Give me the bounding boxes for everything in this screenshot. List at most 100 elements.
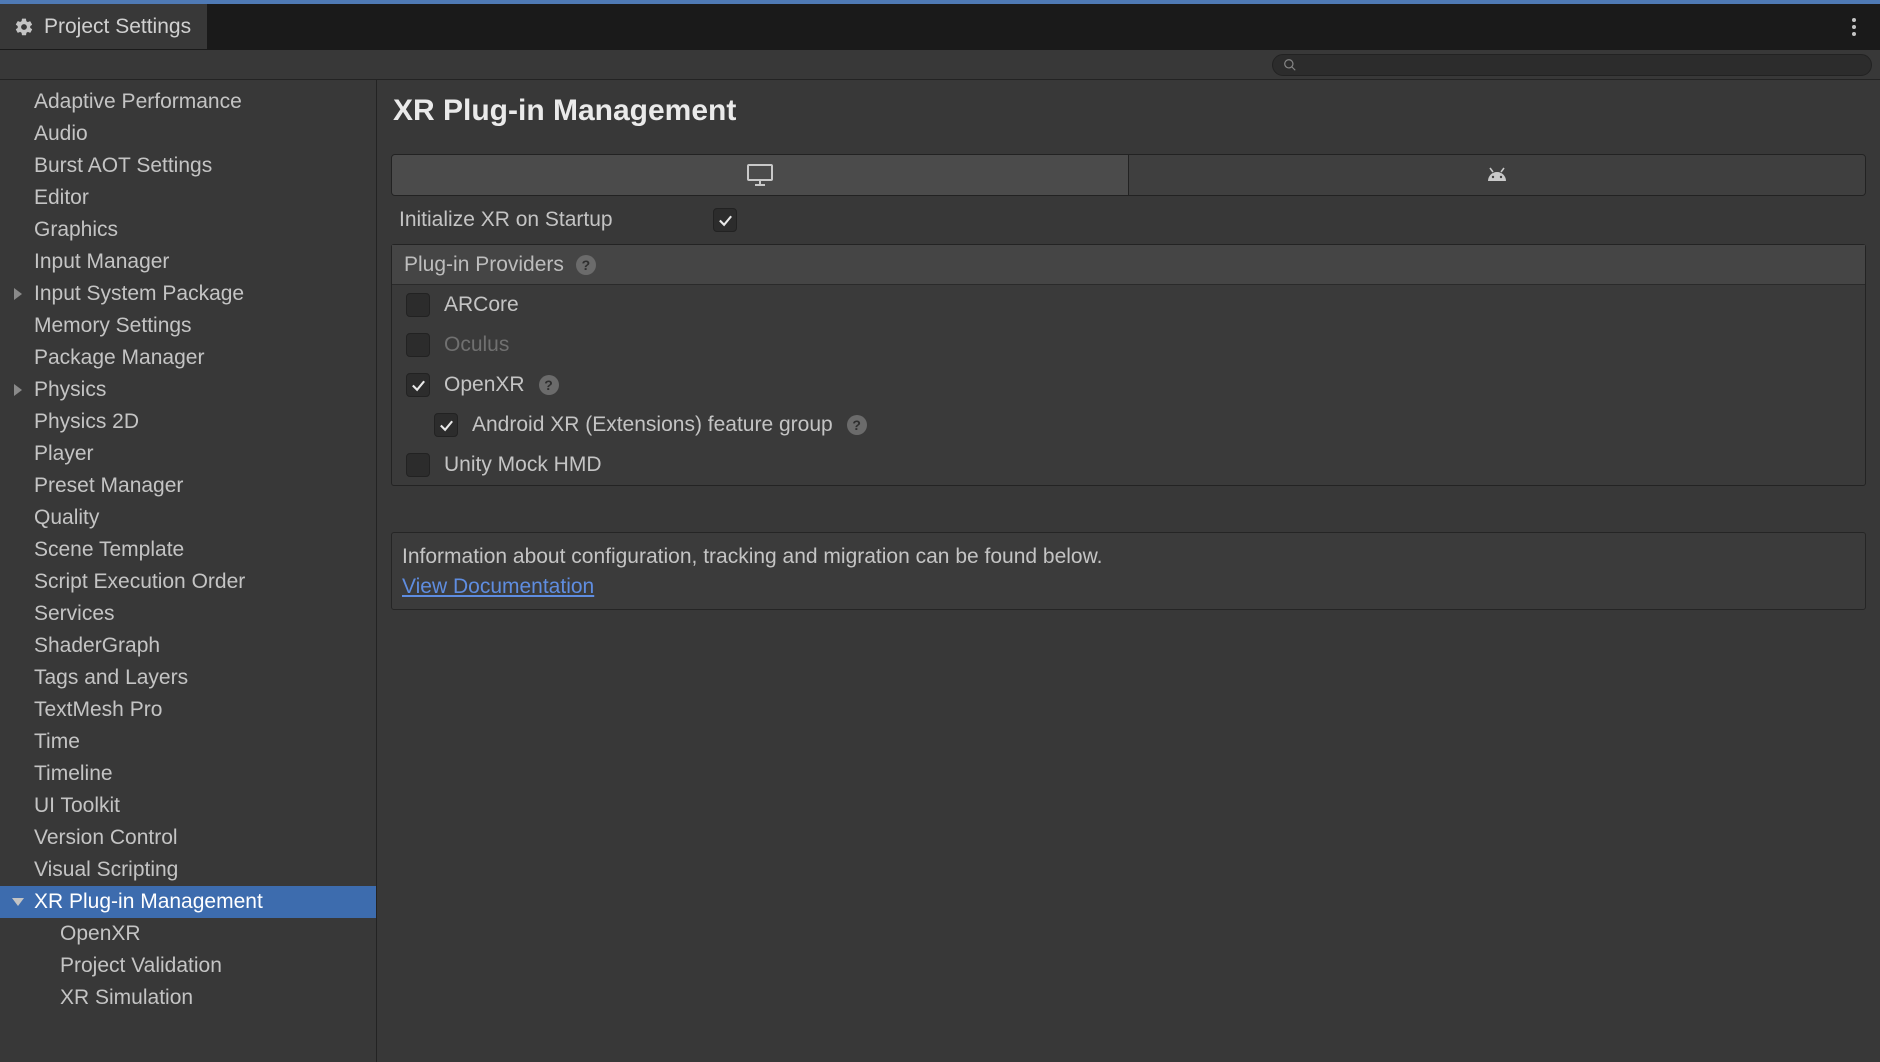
checkbox-openxr[interactable]: [406, 373, 430, 397]
sidebar-item-input-manager[interactable]: Input Manager: [0, 246, 376, 278]
provider-row-android-xr-extensions-feature-group: Android XR (Extensions) feature group?: [392, 405, 1865, 445]
providers-header: Plug-in Providers ?: [392, 245, 1865, 285]
sidebar-item-label: TextMesh Pro: [34, 698, 162, 722]
provider-row-openxr: OpenXR?: [392, 365, 1865, 405]
sidebar-item-label: Editor: [34, 186, 89, 210]
checkbox-oculus[interactable]: [406, 333, 430, 357]
provider-label: Unity Mock HMD: [444, 453, 602, 477]
sidebar-item-label: Services: [34, 602, 115, 626]
monitor-icon: [746, 163, 774, 187]
checkbox-android-xr-extensions-feature-group[interactable]: [434, 413, 458, 437]
tab-project-settings[interactable]: Project Settings: [0, 4, 207, 49]
info-box: Information about configuration, trackin…: [391, 532, 1866, 610]
sidebar-item-timeline[interactable]: Timeline: [0, 758, 376, 790]
provider-label: Oculus: [444, 333, 509, 357]
platform-tab-desktop[interactable]: [392, 155, 1129, 195]
sidebar-item-scene-template[interactable]: Scene Template: [0, 534, 376, 566]
sidebar-item-services[interactable]: Services: [0, 598, 376, 630]
sidebar-item-label: UI Toolkit: [34, 794, 120, 818]
sidebar-item-label: Physics: [34, 378, 106, 402]
sidebar-item-label: XR Plug-in Management: [34, 890, 263, 914]
check-icon: [717, 212, 734, 229]
providers-panel: Plug-in Providers ? ARCoreOculusOpenXR?A…: [391, 244, 1866, 486]
sidebar-item-label: Graphics: [34, 218, 118, 242]
content: XR Plug-in Management Initialize XR on S…: [377, 80, 1880, 1062]
search-input[interactable]: [1272, 54, 1872, 76]
checkbox-initialize-xr[interactable]: [713, 208, 737, 232]
toolbar: [0, 50, 1880, 80]
sidebar-item-label: Audio: [34, 122, 88, 146]
provider-row-oculus: Oculus: [392, 325, 1865, 365]
sidebar-item-package-manager[interactable]: Package Manager: [0, 342, 376, 374]
sidebar-item-label: Tags and Layers: [34, 666, 188, 690]
help-icon[interactable]: ?: [847, 415, 867, 435]
sidebar-item-label: Player: [34, 442, 94, 466]
sidebar-item-label: Scene Template: [34, 538, 184, 562]
checkbox-arcore[interactable]: [406, 293, 430, 317]
sidebar-item-label: Version Control: [34, 826, 178, 850]
sidebar-item-label: Input System Package: [34, 282, 244, 306]
help-icon[interactable]: ?: [539, 375, 559, 395]
sidebar-item-burst-aot-settings[interactable]: Burst AOT Settings: [0, 150, 376, 182]
platform-tab-android[interactable]: [1129, 155, 1865, 195]
help-icon[interactable]: ?: [576, 255, 596, 275]
sidebar-item-audio[interactable]: Audio: [0, 118, 376, 150]
provider-row-arcore: ARCore: [392, 285, 1865, 325]
sidebar-item-player[interactable]: Player: [0, 438, 376, 470]
sidebar-item-label: Physics 2D: [34, 410, 139, 434]
sidebar-item-physics-2d[interactable]: Physics 2D: [0, 406, 376, 438]
window-menu-button[interactable]: [1840, 4, 1868, 50]
sidebar-item-shadergraph[interactable]: ShaderGraph: [0, 630, 376, 662]
sidebar-item-graphics[interactable]: Graphics: [0, 214, 376, 246]
view-documentation-link[interactable]: View Documentation: [402, 575, 594, 599]
gear-icon: [14, 17, 34, 37]
tab-label: Project Settings: [44, 15, 191, 39]
sidebar-item-label: Input Manager: [34, 250, 169, 274]
sidebar-item-label: ShaderGraph: [34, 634, 160, 658]
tabbar: Project Settings: [0, 4, 1880, 50]
sidebar-item-script-execution-order[interactable]: Script Execution Order: [0, 566, 376, 598]
sidebar-item-quality[interactable]: Quality: [0, 502, 376, 534]
sidebar-item-preset-manager[interactable]: Preset Manager: [0, 470, 376, 502]
sidebar-item-textmesh-pro[interactable]: TextMesh Pro: [0, 694, 376, 726]
checkbox-unity-mock-hmd[interactable]: [406, 453, 430, 477]
sidebar-item-label: Memory Settings: [34, 314, 192, 338]
sidebar-item-project-validation[interactable]: Project Validation: [0, 950, 376, 982]
sidebar-item-label: Project Validation: [60, 954, 222, 978]
sidebar-item-label: Quality: [34, 506, 99, 530]
sidebar-item-xr-plug-in-management[interactable]: XR Plug-in Management: [0, 886, 376, 918]
sidebar-item-label: Visual Scripting: [34, 858, 178, 882]
provider-label: ARCore: [444, 293, 519, 317]
row-initialize-xr: Initialize XR on Startup: [391, 196, 1866, 240]
android-icon: [1484, 165, 1510, 185]
sidebar-item-label: Adaptive Performance: [34, 90, 242, 114]
page-title: XR Plug-in Management: [393, 94, 1864, 128]
sidebar-item-version-control[interactable]: Version Control: [0, 822, 376, 854]
sidebar-item-label: Package Manager: [34, 346, 204, 370]
sidebar-item-label: Burst AOT Settings: [34, 154, 212, 178]
sidebar-item-label: OpenXR: [60, 922, 141, 946]
sidebar-item-adaptive-performance[interactable]: Adaptive Performance: [0, 86, 376, 118]
sidebar-item-visual-scripting[interactable]: Visual Scripting: [0, 854, 376, 886]
project-settings-window: Project Settings Adaptive Performance Aud…: [0, 0, 1880, 1062]
check-icon: [438, 417, 455, 434]
sidebar-item-editor[interactable]: Editor: [0, 182, 376, 214]
sidebar-item-openxr[interactable]: OpenXR: [0, 918, 376, 950]
provider-label: Android XR (Extensions) feature group: [472, 413, 833, 437]
kebab-icon: [1851, 17, 1857, 37]
sidebar-item-tags-and-layers[interactable]: Tags and Layers: [0, 662, 376, 694]
sidebar-item-label: Preset Manager: [34, 474, 183, 498]
check-icon: [410, 377, 427, 394]
sidebar-item-physics[interactable]: Physics: [0, 374, 376, 406]
sidebar-item-label: Time: [34, 730, 80, 754]
sidebar-item-xr-simulation[interactable]: XR Simulation: [0, 982, 376, 1014]
providers-list: ARCoreOculusOpenXR?Android XR (Extension…: [392, 285, 1865, 485]
sidebar-item-ui-toolkit[interactable]: UI Toolkit: [0, 790, 376, 822]
sidebar-item-time[interactable]: Time: [0, 726, 376, 758]
init-label: Initialize XR on Startup: [399, 208, 699, 232]
search-icon: [1283, 58, 1297, 72]
sidebar[interactable]: Adaptive Performance Audio Burst AOT Setti…: [0, 80, 377, 1062]
sidebar-item-label: Timeline: [34, 762, 113, 786]
sidebar-item-input-system-package[interactable]: Input System Package: [0, 278, 376, 310]
sidebar-item-memory-settings[interactable]: Memory Settings: [0, 310, 376, 342]
